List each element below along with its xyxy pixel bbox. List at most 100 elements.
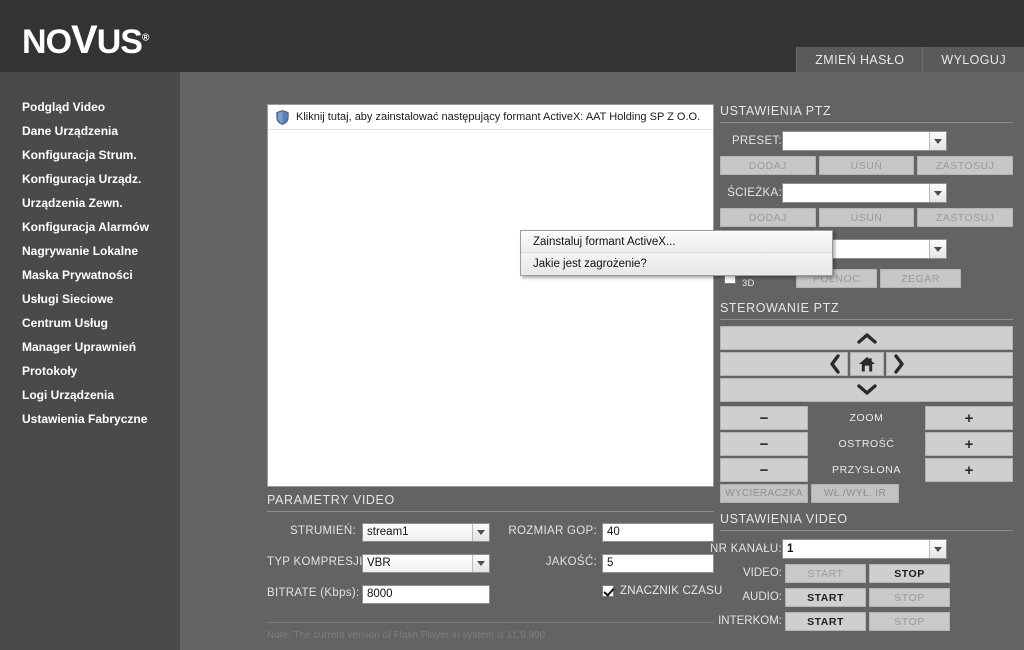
ptz-pad-row-up: [720, 326, 1013, 350]
zoom-plus-button[interactable]: +: [925, 406, 1013, 430]
ptz-directional-pad: [720, 326, 1013, 402]
video-stop-button[interactable]: STOP: [869, 564, 950, 583]
preset-dropdown-arrow[interactable]: [929, 132, 946, 150]
sidebar-item-alarm-config[interactable]: Konfiguracja Alarmów: [0, 215, 180, 239]
iris-plus-button[interactable]: +: [925, 458, 1013, 482]
stream-select[interactable]: stream1: [362, 523, 490, 542]
chevron-up-icon: [856, 333, 877, 344]
logout-button[interactable]: WYLOGUJ: [922, 47, 1024, 72]
ptz-adjust-group: − ZOOM + − OSTROŚĆ + − PRZYSŁONA + WYCIE…: [720, 406, 1013, 503]
compression-type-label: TYP KOMPRESJI:: [267, 556, 367, 568]
ir-toggle-button[interactable]: WŁ./WYŁ. IR: [811, 484, 899, 503]
path-select[interactable]: [782, 183, 947, 203]
compression-type-select[interactable]: VBR: [362, 554, 490, 573]
sidebar-item-service-center[interactable]: Centrum Usług: [0, 311, 180, 335]
ptz-up-button[interactable]: [720, 326, 1013, 350]
preset-delete-button[interactable]: USUŃ: [818, 156, 915, 175]
ptz-settings-divider: [720, 122, 1013, 123]
iris-label: PRZYSŁONA: [832, 464, 901, 476]
video-stream-label: VIDEO:: [743, 567, 782, 579]
sidebar-item-video-preview[interactable]: Podgląd Video: [0, 95, 180, 119]
channel-label: NR KANAŁU:: [709, 543, 782, 555]
ptz-right-button[interactable]: [885, 352, 1013, 376]
chevron-down-icon: [856, 384, 877, 395]
intercom-stop-button[interactable]: STOP: [869, 612, 950, 631]
channel-dropdown-arrow[interactable]: [929, 540, 946, 558]
video-start-button[interactable]: START: [785, 564, 866, 583]
preset-select[interactable]: [782, 131, 947, 151]
bitrate-label: BITRATE (Kbps):: [267, 587, 360, 599]
logo-text-us: US: [96, 23, 143, 61]
speed-dropdown-arrow[interactable]: [929, 240, 946, 258]
stream-dropdown-arrow[interactable]: [472, 524, 489, 541]
timestamp-label: ZNACZNIK CZASU: [620, 585, 723, 597]
path-dropdown-arrow[interactable]: [929, 184, 946, 202]
context-menu-item-install-activex[interactable]: Zainstaluj formant ActiveX...: [521, 231, 832, 253]
preset-apply-button[interactable]: ZASTOSUJ: [917, 156, 1014, 175]
timestamp-checkbox[interactable]: [602, 585, 614, 597]
sidebar-item-device-info[interactable]: Dane Urządzenia: [0, 119, 180, 143]
path-row: ŚCIEŻKA:: [720, 183, 1013, 203]
wiper-button[interactable]: WYCIERACZKA: [720, 484, 808, 503]
audio-stop-button[interactable]: STOP: [869, 588, 950, 607]
video-parameters-section: PARAMETRY VIDEO STRUMIEŃ: stream1 ROZMIA…: [267, 493, 722, 617]
context-menu-item-whats-the-risk[interactable]: Jakie jest zagrożenie?: [521, 253, 832, 275]
preset-label: PRESET:: [731, 135, 782, 147]
bitrate-input[interactable]: 8000: [362, 585, 490, 604]
sidebar-item-external-devices[interactable]: Urządzenia Zewn.: [0, 191, 180, 215]
activex-context-menu: Zainstaluj formant ActiveX... Jakie jest…: [520, 230, 833, 276]
sidebar-item-local-recording[interactable]: Nagrywanie Lokalne: [0, 239, 180, 263]
novus-logo: NOVUS®: [22, 18, 149, 63]
clock-button[interactable]: ZEGAR: [880, 268, 961, 288]
top-navigation: ZMIEŃ HASŁO WYLOGUJ: [796, 47, 1024, 72]
ptz-down-button[interactable]: [720, 378, 1013, 402]
timestamp-checkbox-row[interactable]: ZNACZNIK CZASU: [602, 585, 722, 597]
preset-row: PRESET:: [720, 131, 1013, 151]
logo-text-v: V: [71, 18, 98, 62]
activex-notification-bar[interactable]: Kliknij tutaj, aby zainstalować następuj…: [268, 105, 713, 130]
video-settings-title: USTAWIENIA VIDEO: [720, 512, 848, 526]
logo-registered-mark: ®: [141, 32, 149, 44]
video-settings-section: USTAWIENIA VIDEO NR KANAŁU: 1 VIDEO: STA…: [710, 512, 1013, 631]
channel-select[interactable]: 1: [782, 539, 947, 559]
path-apply-button[interactable]: ZASTOSUJ: [917, 208, 1014, 227]
video-settings-divider: [720, 530, 1013, 531]
ptz-pad-row-down: [720, 378, 1013, 402]
flash-player-note: Note: The current version of Flash Playe…: [267, 622, 714, 641]
audio-start-button[interactable]: START: [785, 588, 866, 607]
iris-minus-button[interactable]: −: [720, 458, 808, 482]
quality-input[interactable]: 5: [602, 554, 714, 573]
chevron-right-icon: [893, 354, 904, 374]
path-buttons: DODAJ USUŃ ZASTOSUJ: [720, 208, 1014, 227]
intercom-start-button[interactable]: START: [785, 612, 866, 631]
sidebar-item-factory-settings[interactable]: Ustawienia Fabryczne: [0, 407, 180, 431]
home-icon: [858, 356, 875, 371]
sidebar-item-protocols[interactable]: Protokoły: [0, 359, 180, 383]
sidebar-item-stream-config[interactable]: Konfiguracja Strum.: [0, 143, 180, 167]
compression-dropdown-arrow[interactable]: [472, 555, 489, 572]
shield-icon: [276, 109, 289, 125]
sidebar-item-privacy-mask[interactable]: Maska Prywatności: [0, 263, 180, 287]
ptz-home-button[interactable]: [849, 352, 884, 376]
sidebar-item-device-logs[interactable]: Logi Urządzenia: [0, 383, 180, 407]
ptz-control-title: STEROWANIE PTZ: [720, 301, 840, 315]
change-password-button[interactable]: ZMIEŃ HASŁO: [796, 47, 923, 72]
ptz-left-button[interactable]: [720, 352, 848, 376]
sidebar-item-permission-manager[interactable]: Manager Uprawnień: [0, 335, 180, 359]
focus-plus-button[interactable]: +: [925, 432, 1013, 456]
logo-text-o: O: [45, 23, 72, 61]
focus-minus-button[interactable]: −: [720, 432, 808, 456]
zoom-minus-button[interactable]: −: [720, 406, 808, 430]
sidebar: Podgląd Video Dane Urządzenia Konfigurac…: [0, 72, 180, 650]
gop-size-input[interactable]: 40: [602, 523, 714, 542]
preset-add-button[interactable]: DODAJ: [720, 156, 816, 175]
path-delete-button[interactable]: USUŃ: [818, 208, 915, 227]
path-add-button[interactable]: DODAJ: [720, 208, 816, 227]
chevron-left-icon: [829, 354, 840, 374]
video-parameters-grid: STRUMIEŃ: stream1 ROZMIAR GOP: 40 TYP KO…: [267, 521, 722, 617]
video-display-panel[interactable]: Kliknij tutaj, aby zainstalować następuj…: [267, 104, 833, 487]
sidebar-item-network-services[interactable]: Usługi Sieciowe: [0, 287, 180, 311]
audio-stream-row: AUDIO: START STOP: [720, 588, 1013, 607]
sidebar-item-device-config[interactable]: Konfiguracja Urządz.: [0, 167, 180, 191]
sidebar-nav-list: Podgląd Video Dane Urządzenia Konfigurac…: [0, 72, 180, 431]
